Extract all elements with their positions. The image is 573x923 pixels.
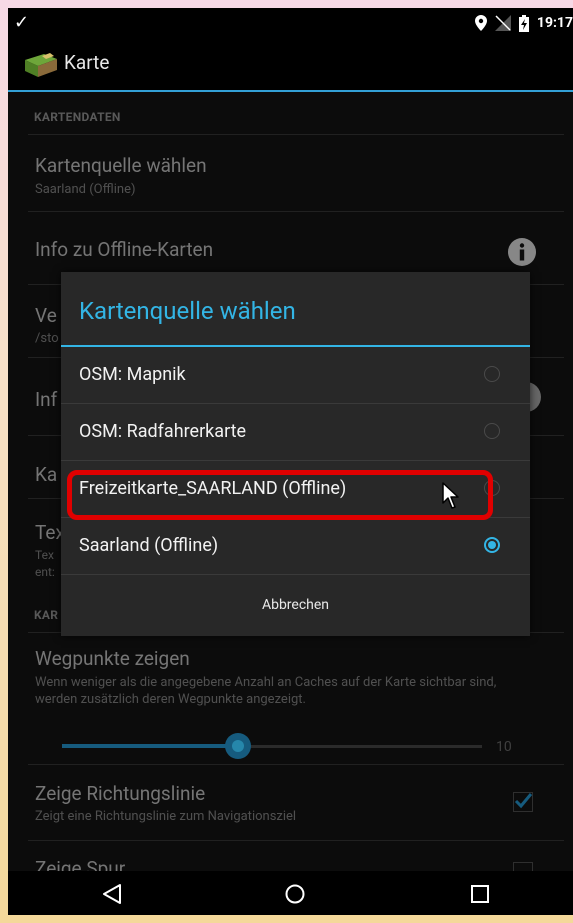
status-bar: ✓ 19:17 [8, 8, 573, 38]
option-label: OSM: Radfahrerkarte [79, 421, 247, 442]
location-pin-icon [474, 15, 487, 31]
home-icon[interactable] [284, 883, 306, 905]
battery-charging-icon [518, 14, 529, 32]
status-icons: 19:17 [474, 13, 573, 33]
option-osm-radfahrerkarte[interactable]: OSM: Radfahrerkarte [61, 404, 530, 461]
option-saarland-offline[interactable]: Saarland (Offline) [61, 518, 530, 575]
recents-icon[interactable] [469, 883, 491, 905]
option-osm-mapnik[interactable]: OSM: Mapnik [61, 347, 530, 404]
mouse-cursor-icon [442, 482, 459, 509]
dialog-title: Kartenquelle wählen [79, 297, 296, 325]
app-logo-icon[interactable] [24, 50, 58, 78]
checkmark-icon: ✓ [14, 12, 30, 33]
device-screen: ✓ 19:17 Karte KARTENDATEN Kartenquelle w… [8, 8, 573, 915]
radio-button[interactable] [484, 366, 500, 382]
back-icon[interactable] [101, 883, 123, 905]
clock: 19:17 [536, 15, 573, 31]
cancel-button[interactable]: Abbrechen [61, 575, 530, 636]
navigation-bar [8, 871, 573, 915]
no-signal-icon [494, 15, 511, 31]
radio-button-selected[interactable] [484, 537, 500, 553]
page-title: Karte [64, 51, 110, 74]
option-label: Saarland (Offline) [79, 535, 219, 556]
map-source-dialog: Kartenquelle wählen OSM: Mapnik OSM: Rad… [61, 272, 530, 636]
highlight-box [67, 470, 493, 520]
action-bar: Karte [8, 38, 573, 92]
radio-button[interactable] [484, 423, 500, 439]
option-label: OSM: Mapnik [79, 364, 186, 385]
